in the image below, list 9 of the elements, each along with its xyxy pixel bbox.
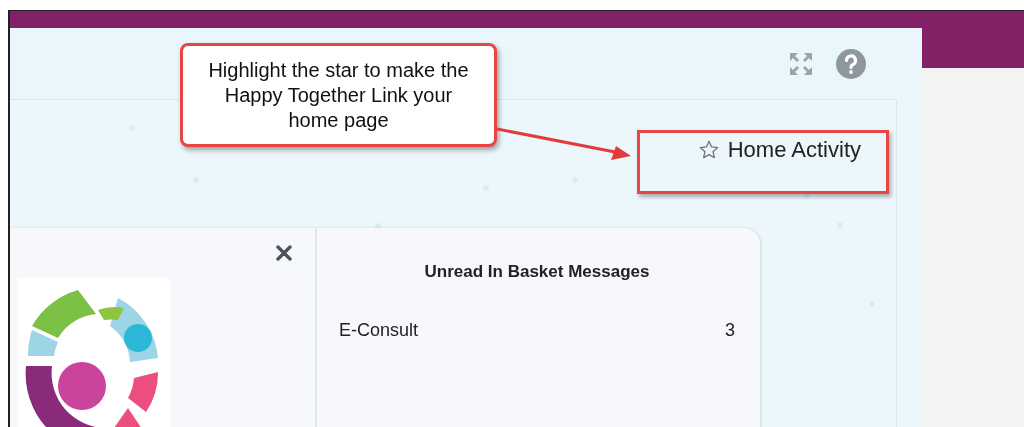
home-activity-button[interactable]: Home Activity: [697, 137, 861, 163]
expand-icon[interactable]: [788, 50, 814, 77]
message-label: E-Consult: [339, 320, 419, 341]
card-title: Unread In Basket Messages: [423, 262, 651, 282]
callout: Highlight the star to make the Happy Together Link your home page: [180, 43, 497, 147]
message-count: 3: [725, 320, 735, 341]
help-icon[interactable]: [836, 48, 866, 79]
star-icon[interactable]: [697, 139, 720, 161]
close-icon[interactable]: [275, 244, 293, 262]
